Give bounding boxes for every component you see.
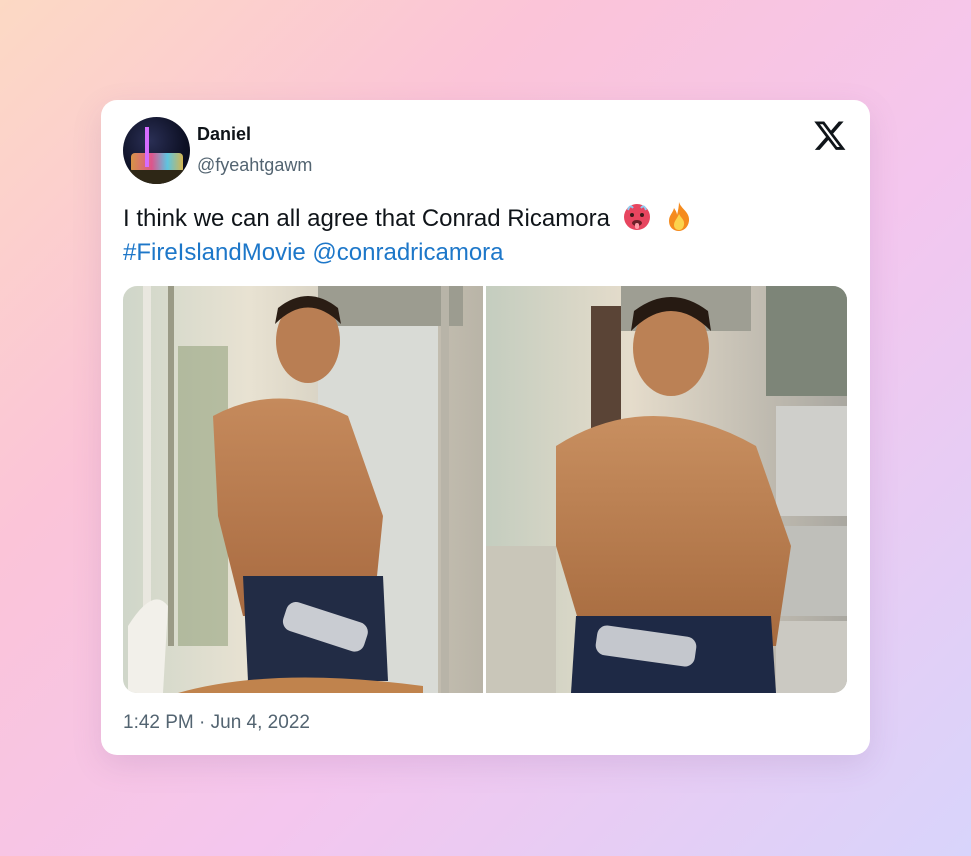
author-handle[interactable]: @fyeahtgawm bbox=[197, 155, 312, 176]
tweet-body: I think we can all agree that Conrad Ric… bbox=[123, 205, 610, 232]
tweet-text: I think we can all agree that Conrad Ric… bbox=[123, 200, 843, 270]
photo-shirtless-man-kitchen-1[interactable] bbox=[123, 286, 483, 693]
author-name[interactable]: Daniel bbox=[197, 124, 251, 145]
tweet-card: Daniel @fyeahtgawm I think we can all ag… bbox=[101, 100, 870, 755]
mention-link[interactable]: @conradricamora bbox=[312, 239, 503, 266]
fire-emoji-icon bbox=[669, 202, 690, 231]
tweet-media[interactable] bbox=[123, 286, 847, 693]
photo-shirtless-man-kitchen-2[interactable] bbox=[486, 286, 847, 693]
avatar[interactable] bbox=[123, 117, 190, 184]
hashtag-link[interactable]: #FireIslandMovie bbox=[123, 239, 306, 266]
tweet-timestamp[interactable]: 1:42 PM · Jun 4, 2022 bbox=[123, 712, 310, 734]
x-logo-icon[interactable] bbox=[813, 118, 847, 152]
hot-face-emoji-icon bbox=[623, 204, 650, 230]
